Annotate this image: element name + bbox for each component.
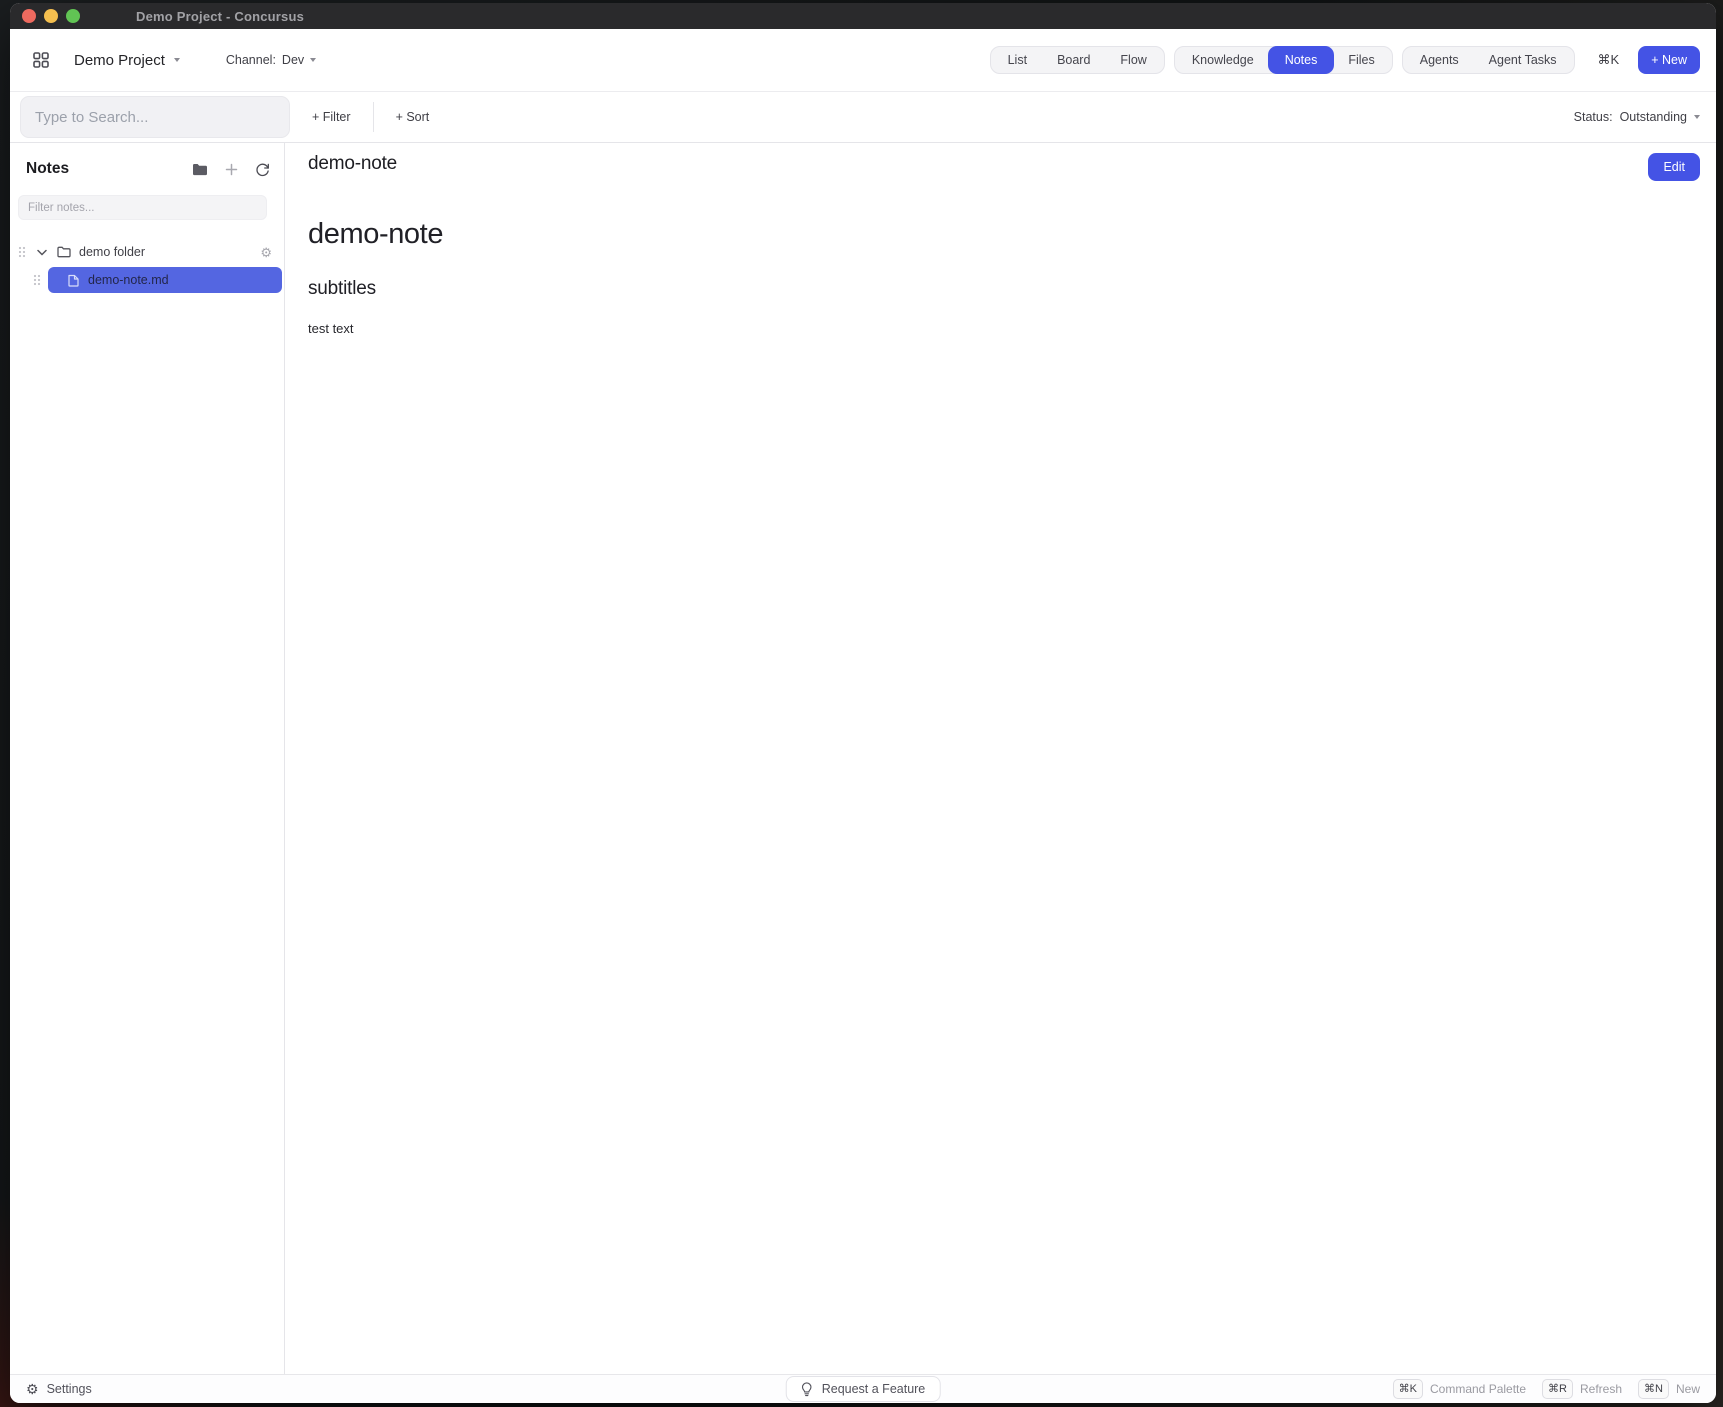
sort-button[interactable]: + Sort	[374, 102, 452, 132]
refresh-icon[interactable]	[255, 162, 270, 177]
traffic-lights	[22, 9, 80, 23]
file-name: demo-note.md	[88, 273, 169, 287]
toolbar: Demo Project Channel: Dev List Board Flo…	[10, 29, 1716, 91]
kbd-badge: ⌘R	[1542, 1379, 1573, 1398]
chevron-down-icon	[1694, 115, 1700, 119]
status-bar: ⚙ Settings Request a Feature ⌘K Command …	[10, 1374, 1716, 1403]
command-palette-shortcut[interactable]: ⌘K	[1598, 52, 1620, 68]
app-window: Demo Project - Concursus Demo Project Ch…	[10, 3, 1716, 1403]
sidebar-header-icons	[192, 162, 270, 177]
window-title: Demo Project - Concursus	[136, 9, 304, 24]
note-content: demo-note Edit demo-note subtitles test …	[285, 143, 1716, 1374]
drag-handle-icon[interactable]	[33, 274, 41, 286]
new-shortcut[interactable]: ⌘N New	[1638, 1379, 1700, 1398]
new-button[interactable]: + New	[1638, 46, 1700, 74]
shortcut-label: Refresh	[1580, 1382, 1622, 1396]
status-label: Status:	[1574, 110, 1613, 124]
sidebar-title: Notes	[26, 160, 69, 178]
kbd-badge: ⌘K	[1393, 1379, 1423, 1398]
layout-view-switcher: List Board Flow	[990, 46, 1165, 74]
command-palette-shortcut[interactable]: ⌘K Command Palette	[1393, 1379, 1526, 1398]
add-note-icon[interactable]	[225, 163, 238, 176]
folder-name: demo folder	[79, 245, 145, 259]
notes-tree: demo folder ⚙	[10, 240, 284, 293]
shortcut-label: Command Palette	[1430, 1382, 1526, 1396]
kbd-badge: ⌘N	[1638, 1379, 1669, 1398]
toolbar-right: List Board Flow Knowledge Notes Files Ag…	[990, 46, 1700, 74]
apps-grid-icon[interactable]	[32, 51, 50, 69]
note-header: demo-note Edit	[308, 153, 1700, 181]
tab-agent-tasks[interactable]: Agent Tasks	[1474, 48, 1572, 72]
file-icon	[68, 274, 79, 287]
tree-folder-row[interactable]: demo folder ⚙	[10, 240, 284, 264]
statusbar-shortcuts: ⌘K Command Palette ⌘R Refresh ⌘N New	[1393, 1379, 1700, 1398]
settings-label: Settings	[47, 1382, 92, 1396]
folder-icon	[57, 246, 71, 258]
close-window-button[interactable]	[22, 9, 36, 23]
notes-sidebar: Notes	[10, 143, 285, 1374]
new-folder-icon[interactable]	[192, 163, 208, 176]
tab-flow[interactable]: Flow	[1105, 48, 1161, 72]
lightbulb-icon	[801, 1382, 813, 1397]
content-view-switcher: Knowledge Notes Files	[1174, 46, 1393, 74]
chevron-down-icon	[310, 58, 316, 62]
request-feature-label: Request a Feature	[822, 1382, 926, 1396]
tab-agents[interactable]: Agents	[1405, 48, 1474, 72]
tab-list[interactable]: List	[993, 48, 1042, 72]
channel-switcher[interactable]: Channel: Dev	[226, 53, 316, 67]
zoom-window-button[interactable]	[66, 9, 80, 23]
note-paragraph: test text	[308, 321, 1700, 336]
settings-button[interactable]: ⚙ Settings	[26, 1382, 92, 1396]
channel-value: Dev	[282, 53, 304, 67]
gear-icon: ⚙	[26, 1382, 39, 1396]
search-filter-bar: + Filter + Sort Status: Outstanding	[10, 91, 1716, 143]
status-value: Outstanding	[1620, 110, 1687, 124]
project-switcher[interactable]: Demo Project	[74, 52, 180, 69]
edit-button[interactable]: Edit	[1648, 153, 1700, 181]
filter-notes-input[interactable]	[18, 195, 267, 220]
project-name: Demo Project	[74, 52, 165, 69]
note-heading-2: subtitles	[308, 278, 1700, 300]
request-feature-button[interactable]: Request a Feature	[786, 1376, 941, 1402]
note-heading-1: demo-note	[308, 218, 1700, 251]
tab-board[interactable]: Board	[1042, 48, 1105, 72]
main-area: Notes	[10, 143, 1716, 1374]
chevron-down-icon[interactable]	[37, 249, 47, 256]
agents-view-switcher: Agents Agent Tasks	[1402, 46, 1575, 74]
filter-button[interactable]: + Filter	[290, 102, 373, 132]
tab-files[interactable]: Files	[1333, 48, 1389, 72]
tree-file-selected[interactable]: demo-note.md	[48, 267, 282, 293]
tab-notes[interactable]: Notes	[1268, 46, 1335, 74]
tab-knowledge[interactable]: Knowledge	[1177, 48, 1269, 72]
sidebar-header: Notes	[10, 151, 284, 187]
minimize-window-button[interactable]	[44, 9, 58, 23]
channel-label: Channel:	[226, 53, 276, 67]
status-dropdown[interactable]: Status: Outstanding	[1574, 110, 1700, 124]
drag-handle-icon[interactable]	[18, 246, 26, 258]
note-title: demo-note	[308, 153, 397, 175]
tree-file-row: demo-note.md	[10, 267, 284, 293]
titlebar: Demo Project - Concursus	[10, 3, 1716, 29]
shortcut-label: New	[1676, 1382, 1700, 1396]
search-input[interactable]	[20, 96, 290, 138]
chevron-down-icon	[174, 58, 180, 62]
folder-settings-icon[interactable]: ⚙	[260, 246, 272, 259]
refresh-shortcut[interactable]: ⌘R Refresh	[1542, 1379, 1622, 1398]
